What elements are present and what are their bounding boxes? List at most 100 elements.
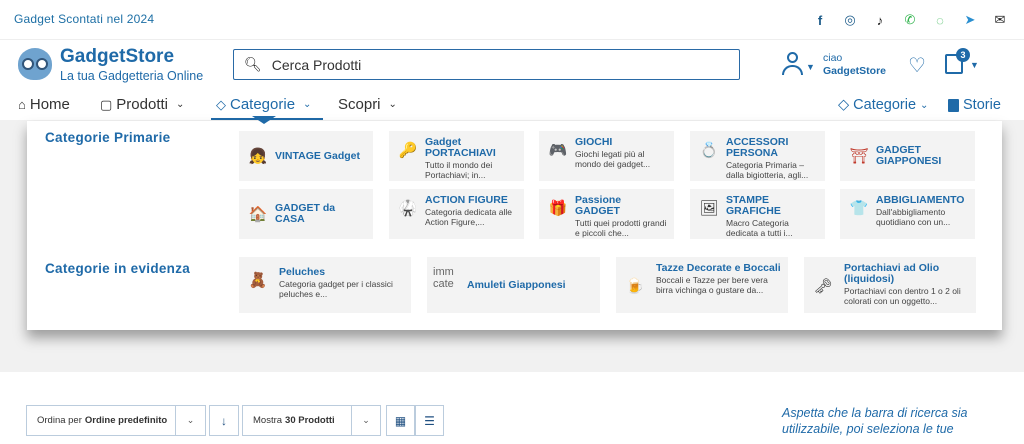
- accessories-category-icon: 💍: [699, 142, 719, 159]
- promo-text[interactable]: Gadget Scontati nel 2024: [14, 12, 154, 26]
- order-dropdown-button[interactable]: ⌄: [175, 405, 206, 436]
- chevron-down-icon: ⌄: [388, 99, 397, 110]
- nav-home-label: Home: [29, 96, 70, 113]
- category-card-accessori[interactable]: 💍 ACCESSORI PERSONA Categoria Primaria – …: [690, 131, 825, 181]
- category-title: ACTION FIGURE: [425, 195, 508, 206]
- products-icon: ▢: [100, 96, 113, 112]
- book-icon: [948, 98, 959, 112]
- category-desc: Tutto il mondo dei Portachiavi; in...: [425, 160, 493, 180]
- brand-name[interactable]: GadgetStore: [60, 46, 174, 68]
- category-title: VINTAGE Gadget: [275, 150, 360, 162]
- category-desc: Tutti quei prodotti grandi e piccoli che…: [575, 218, 667, 238]
- chevron-down-icon: ⌄: [362, 415, 370, 425]
- nav-right-categorie-label: Categorie: [853, 97, 917, 113]
- category-card-stampe[interactable]: 🖼 STAMPE GRAFICHE Macro Categoria dedicat…: [690, 189, 825, 239]
- wishlist-heart-icon[interactable]: ♡: [908, 53, 926, 78]
- list-view-button[interactable]: ☰: [415, 405, 444, 436]
- show-count-dropdown-button[interactable]: ⌄: [351, 405, 381, 436]
- category-card-casa[interactable]: 🏠 GADGET da CASA: [239, 189, 373, 239]
- broken-image-icon: imm cate: [433, 266, 454, 290]
- nav-scopri[interactable]: Scopri ⌄: [338, 96, 397, 113]
- keychain-category-icon: 🔑: [398, 142, 418, 159]
- search-hint-note: Aspetta che la barra di ricerca sia util…: [782, 406, 968, 436]
- category-card-peluches[interactable]: 🧸 Peluches Categoria gadget per i classic…: [239, 257, 411, 313]
- category-card-action-figure[interactable]: 🥋 ACTION FIGURE Categoria dedicata alle A…: [389, 189, 524, 239]
- featured-categories-title: Categorie in evidenza: [45, 261, 191, 276]
- category-card-portachiavi[interactable]: 🔑 Gadget PORTACHIAVI Tutto il mondo dei P…: [389, 131, 524, 181]
- account-username[interactable]: GadgetStore: [823, 65, 886, 77]
- show-count-select[interactable]: Mostra 30 Prodotti: [242, 405, 352, 436]
- category-card-portachiavi-olio[interactable]: 🗝 Portachiavi ad Olio (liquidosi) Portach…: [804, 257, 976, 313]
- nav-prodotti[interactable]: ▢ Prodotti ⌄: [100, 96, 184, 113]
- vintage-category-icon: 👧: [248, 148, 268, 165]
- category-title: ABBIGLIAMENTO: [876, 195, 965, 206]
- mug-category-icon: 🍺: [625, 278, 645, 295]
- user-icon-body: [782, 65, 803, 75]
- list-icon: ☰: [424, 413, 435, 428]
- logo-eye-right: [36, 58, 48, 70]
- instagram-icon[interactable]: ◎: [840, 10, 860, 30]
- clothing-category-icon: 👕: [849, 200, 869, 217]
- plush-category-icon: 🧸: [248, 272, 268, 289]
- top-bar: Gadget Scontati nel 2024 f ◎ ♪ ✆ ◌ ➤ ✉: [0, 0, 1024, 40]
- user-icon[interactable]: [780, 50, 806, 78]
- category-card-amuleti[interactable]: imm cate Amuleti Giapponesi: [427, 257, 600, 313]
- social-links: f ◎ ♪ ✆ ◌ ➤ ✉: [810, 10, 1010, 30]
- search-input[interactable]: [271, 56, 712, 73]
- passion-category-icon: 🎁: [548, 200, 568, 217]
- facebook-icon[interactable]: f: [810, 10, 830, 30]
- nav-categorie-label: Categorie: [230, 96, 296, 113]
- brand-tagline: La tua Gadgetteria Online: [60, 69, 204, 83]
- category-card-tazze[interactable]: 🍺 Tazze Decorate e Boccali Boccali e Tazz…: [616, 257, 788, 313]
- category-desc: Boccali e Tazze per bere vera birra vich…: [656, 275, 768, 295]
- search-box[interactable]: 🔍︎: [233, 49, 740, 80]
- category-title: GIOCHI: [575, 137, 613, 148]
- wechat-icon[interactable]: ✆: [900, 10, 920, 30]
- site-header: GadgetStore La tua Gadgetteria Online 🔍︎…: [0, 40, 1024, 90]
- nav-scopri-label: Scopri: [338, 96, 381, 113]
- oil-keychain-category-icon: 🗝: [813, 278, 833, 295]
- whatsapp-icon[interactable]: ◌: [930, 10, 950, 30]
- sort-direction-button[interactable]: ↓: [209, 405, 239, 436]
- nav-storie-label: Storie: [963, 97, 1001, 113]
- japan-category-icon: ⛩: [849, 148, 869, 165]
- category-card-passione[interactable]: 🎁 Passione GADGET Tutti quei prodotti gra…: [539, 189, 674, 239]
- user-chevron-down-icon[interactable]: ▼: [806, 62, 815, 72]
- category-card-giochi[interactable]: 🎮 GIOCHI Giochi legati più al mondo dei g…: [539, 131, 674, 181]
- logo-eye-left: [22, 58, 34, 70]
- category-title: Peluches: [279, 267, 326, 278]
- category-card-giapponesi[interactable]: ⛩ GADGET GIAPPONESI: [840, 131, 975, 181]
- tiktok-icon[interactable]: ♪: [870, 10, 890, 30]
- category-desc: Categoria dedicata alle Action Figure,..…: [425, 207, 512, 227]
- category-card-vintage[interactable]: 👧 VINTAGE Gadget: [239, 131, 373, 181]
- nav-prodotti-label: Prodotti: [116, 96, 168, 113]
- home-icon: ⌂: [18, 97, 26, 112]
- arrow-down-icon: ↓: [221, 413, 227, 428]
- grid-view-button[interactable]: ▦: [386, 405, 415, 436]
- primary-categories-title: Categorie Primarie: [45, 130, 171, 145]
- search-icon: 🔍︎: [244, 56, 262, 72]
- nav-home[interactable]: ⌂ Home: [18, 96, 70, 113]
- category-desc: Macro Categoria dedicata a tutti i...: [726, 218, 793, 238]
- account-greeting[interactable]: ciao: [823, 52, 842, 64]
- prints-category-icon: 🖼: [699, 200, 719, 217]
- nav-right-categorie[interactable]: ◇ Categorie ⌄: [838, 97, 928, 113]
- user-icon-head: [787, 52, 798, 63]
- category-title: GADGET GIAPPONESI: [876, 145, 942, 167]
- nav-storie[interactable]: Storie: [948, 97, 1001, 113]
- categories-mega-menu: Categorie Primarie Categorie in evidenza…: [27, 121, 1002, 330]
- order-select[interactable]: Ordina per Ordine predefinito: [26, 405, 176, 436]
- category-title: Tazze Decorate e Boccali: [656, 263, 781, 274]
- telegram-icon[interactable]: ➤: [960, 10, 980, 30]
- show-prefix: Mostra: [253, 415, 283, 426]
- category-title: STAMPE GRAFICHE: [726, 195, 781, 217]
- logo-owl-icon[interactable]: [18, 48, 52, 80]
- action-figure-category-icon: 🥋: [398, 200, 418, 217]
- email-icon[interactable]: ✉: [990, 10, 1010, 30]
- category-desc: Categoria gadget per i classici peluches…: [279, 279, 393, 299]
- cart-chevron-down-icon[interactable]: ▼: [970, 60, 979, 70]
- menu-pointer-caret: [252, 116, 276, 124]
- category-desc: Dall'abbigliamento quotidiano con un...: [876, 207, 951, 227]
- category-card-abbigliamento[interactable]: 👕 ABBIGLIAMENTO Dall'abbigliamento quotid…: [840, 189, 975, 239]
- nav-categorie[interactable]: ◇ Categorie ⌄: [216, 96, 311, 113]
